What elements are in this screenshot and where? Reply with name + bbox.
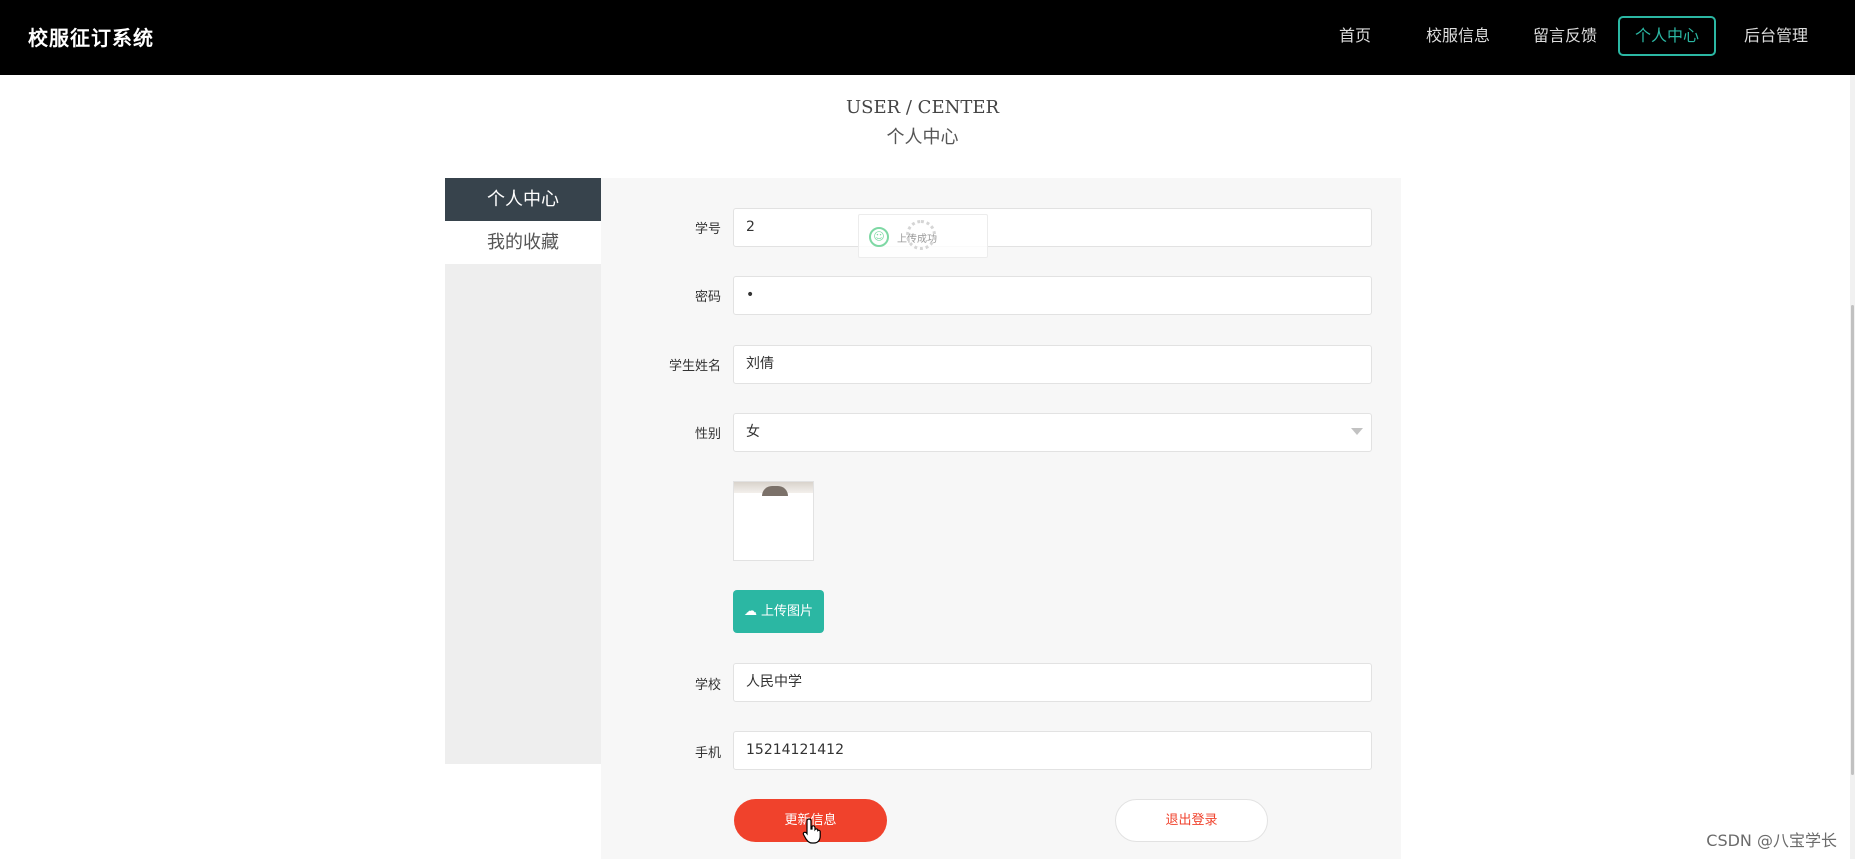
nav-user-center[interactable]: 个人中心	[1618, 16, 1716, 56]
sidebar-item-favorites[interactable]: 我的收藏	[445, 221, 601, 264]
school-input[interactable]: 人民中学	[733, 663, 1372, 702]
avatar-image-preview	[733, 481, 814, 561]
hand-cursor-icon	[802, 818, 821, 844]
brand-title: 校服征订系统	[28, 26, 154, 50]
nav-home[interactable]: 首页	[1327, 16, 1383, 56]
password-label: 密码	[694, 290, 721, 305]
top-navbar: 校服征订系统 首页 校服信息 留言反馈 个人中心 后台管理	[0, 0, 1855, 75]
student-name-label: 学生姓名	[668, 359, 721, 374]
password-input[interactable]: •	[733, 276, 1372, 315]
loading-spinner-icon	[906, 220, 936, 250]
upload-image-label: 上传图片	[760, 604, 813, 619]
student-name-input[interactable]: 刘倩	[733, 345, 1372, 384]
chevron-down-icon[interactable]	[1351, 428, 1363, 435]
student-id-label: 学号	[694, 222, 721, 237]
phone-label: 手机	[694, 746, 721, 761]
smile-icon: ☺	[869, 227, 889, 247]
nav-admin[interactable]: 后台管理	[1735, 16, 1817, 56]
main-nav: 首页 校服信息 留言反馈 个人中心 后台管理	[855, 16, 1855, 56]
sidebar-item-user-center[interactable]: 个人中心	[445, 178, 601, 221]
gender-select[interactable]: 女	[733, 413, 1372, 452]
school-label: 学校	[694, 678, 721, 693]
gender-label: 性别	[694, 427, 721, 442]
upload-image-button[interactable]: ☁ 上传图片	[733, 590, 824, 633]
user-sidebar: 个人中心 我的收藏	[445, 178, 601, 764]
logout-button[interactable]: 退出登录	[1115, 799, 1268, 842]
nav-feedback[interactable]: 留言反馈	[1524, 16, 1606, 56]
page-heading-en: USER / CENTER	[845, 97, 1000, 118]
csdn-watermark: CSDN @八宝学长	[1706, 831, 1837, 850]
student-id-input[interactable]: 2	[733, 208, 1372, 247]
avatar-image-head	[762, 486, 788, 496]
page-heading-zh: 个人中心	[886, 127, 959, 148]
scrollbar-thumb[interactable]	[1851, 305, 1854, 775]
nav-uniform-info[interactable]: 校服信息	[1417, 16, 1499, 56]
cloud-upload-icon: ☁	[743, 604, 757, 619]
phone-input[interactable]: 15214121412	[733, 731, 1372, 770]
